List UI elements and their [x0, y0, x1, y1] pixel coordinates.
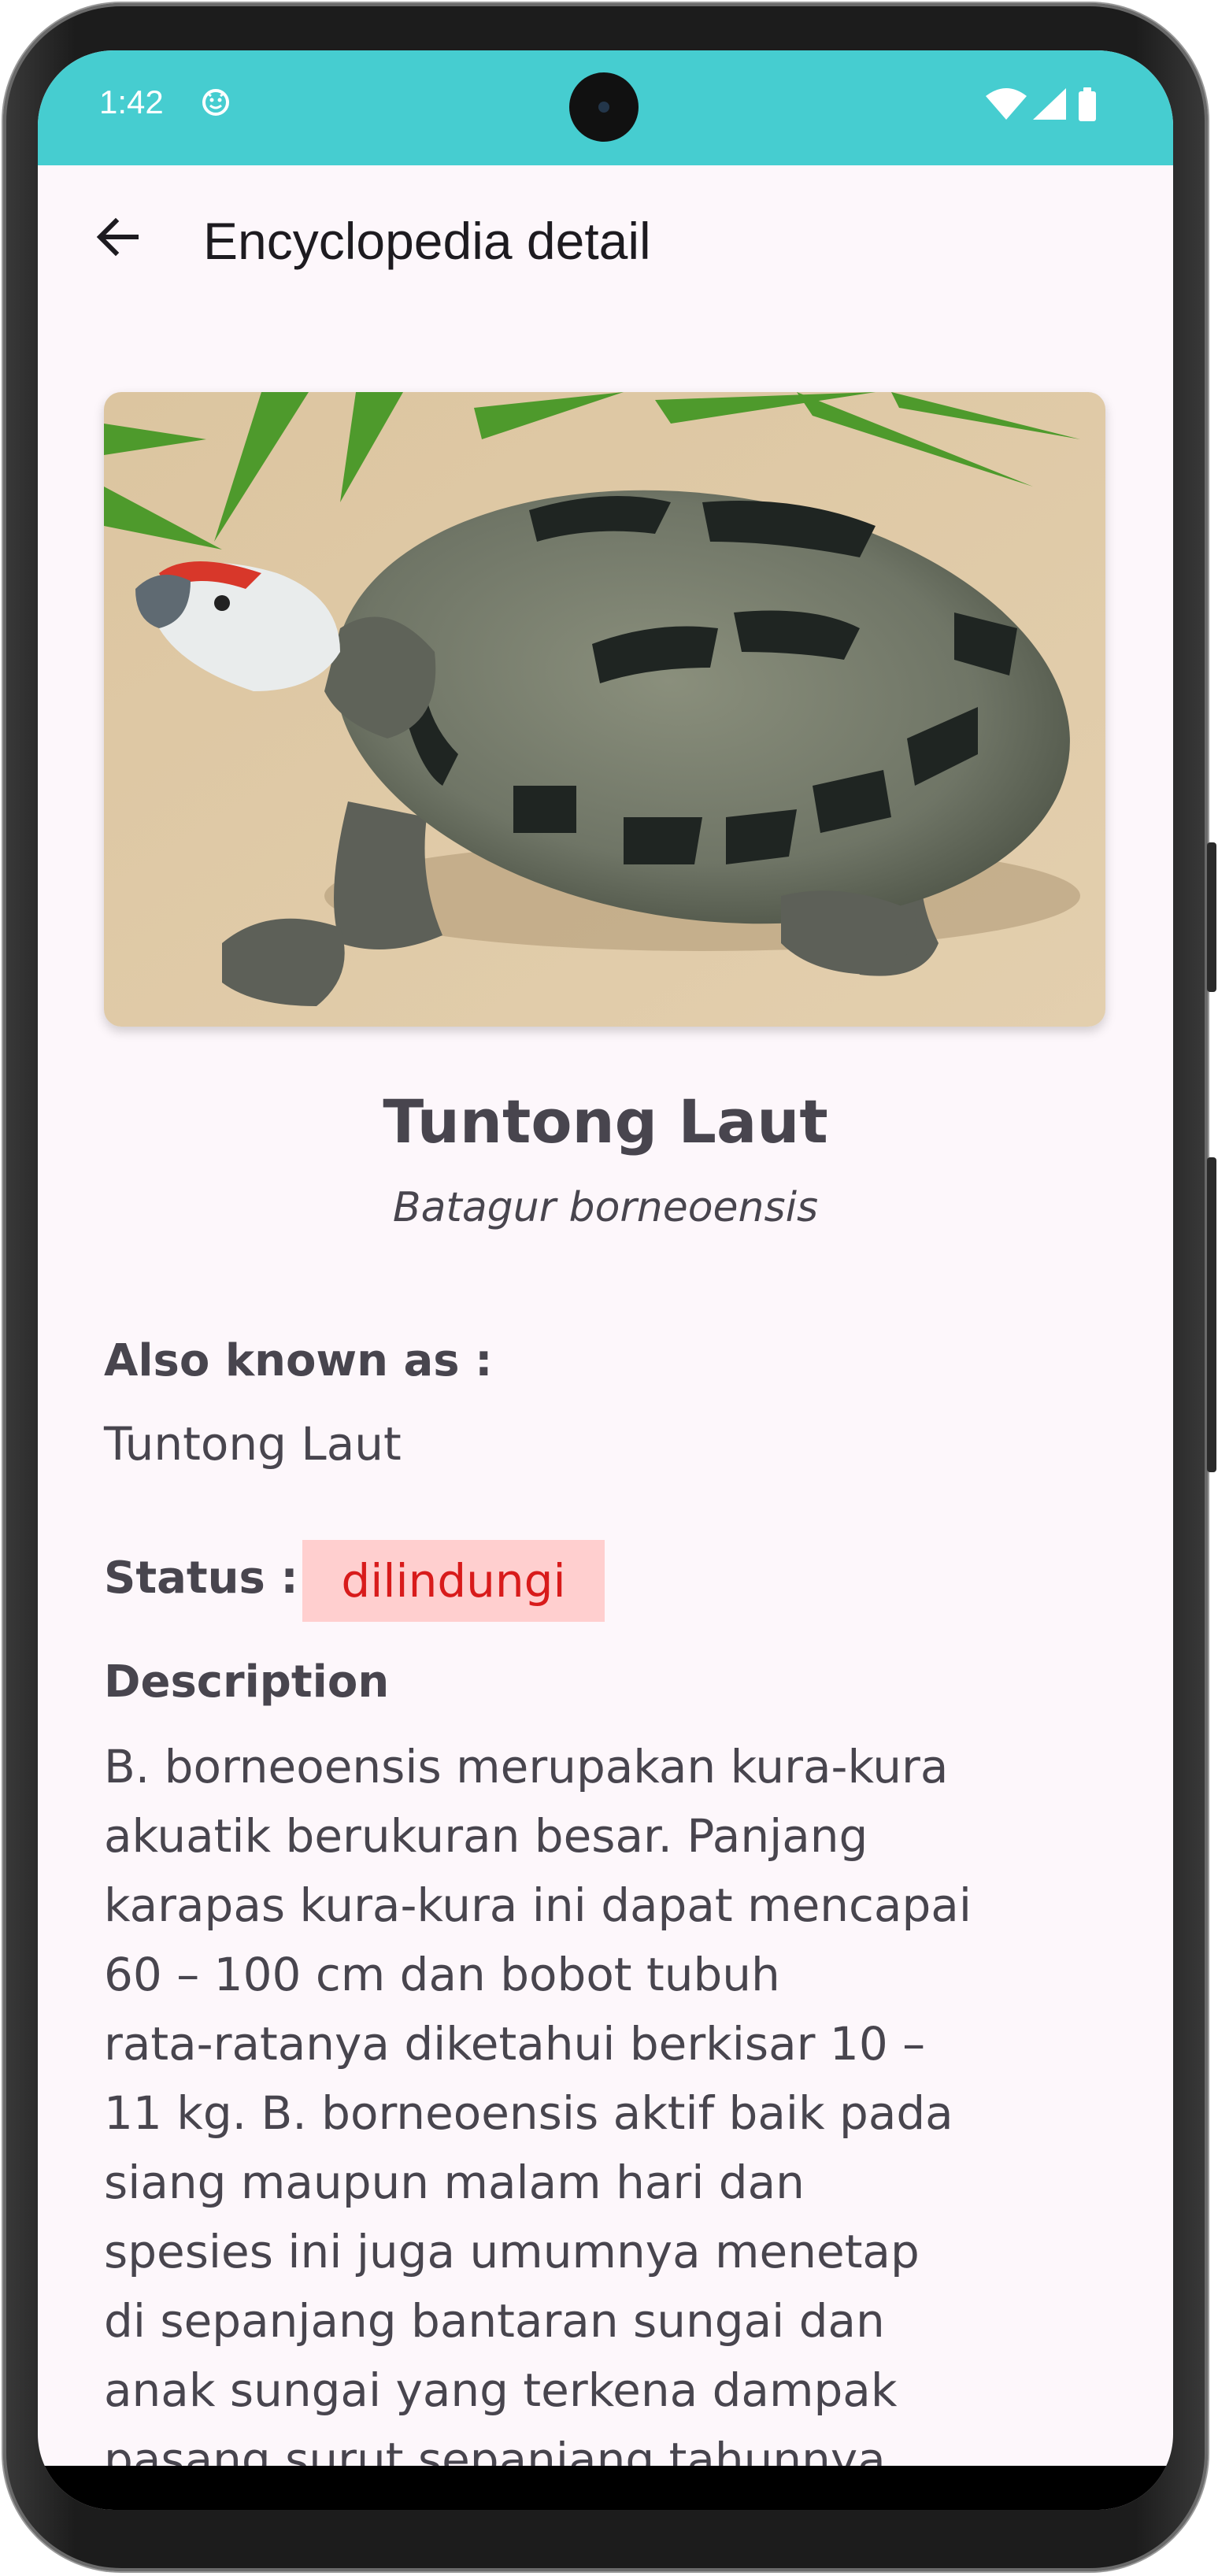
description-line: pasang surut sepanjang tahunnya. — [104, 2433, 901, 2467]
signal-icon — [1033, 88, 1066, 120]
status-badge: dilindungi — [302, 1540, 605, 1622]
description-line: akuatik berukuran besar. Panjang — [104, 1809, 868, 1863]
scientific-name: Batagur borneoensis — [392, 1184, 819, 1231]
description-line: spesies ini juga umumnya menetap — [104, 2225, 920, 2278]
status-bar: 1:42 — [38, 50, 1173, 165]
description-line: rata-ratanya diketahui berkisar 10 – — [104, 2017, 926, 2071]
also-known-as-value: Tuntong Laut — [104, 1417, 402, 1471]
also-known-as-label: Also known as : — [104, 1335, 493, 1386]
app-bar: Encyclopedia detail — [38, 165, 1173, 307]
turtle-image — [104, 392, 1105, 1027]
front-camera — [569, 72, 639, 142]
description-line: B. borneoensis merupakan kura-kura — [104, 1740, 949, 1793]
description-line: 60 – 100 cm dan bobot tubuh — [104, 1948, 780, 2001]
status-label: Status : — [104, 1553, 298, 1604]
volume-button — [1207, 1157, 1216, 1472]
description-line: anak sungai yang terkena dampak — [104, 2363, 898, 2417]
battery-icon — [1079, 91, 1096, 121]
smiley-icon — [202, 89, 229, 116]
description-line: di sepanjang bantaran sungai dan — [104, 2294, 885, 2348]
arrow-left-icon — [96, 217, 139, 257]
description-line: karapas kura-kura ini dapat mencapai — [104, 1878, 972, 1932]
back-button[interactable] — [82, 202, 153, 272]
description-text: B. borneoensis merupakan kura-kura akuat… — [104, 1732, 1127, 2467]
status-icons — [986, 87, 1096, 121]
phone-frame: 1:42 Encyclopedia detail Tuntong Laut Ba… — [0, 0, 1218, 2576]
status-time: 1:42 — [99, 83, 164, 120]
species-name: Tuntong Laut — [383, 1086, 828, 1157]
description-line: siang maupun malam hari dan — [104, 2156, 805, 2209]
species-photo — [104, 392, 1105, 1027]
navigation-bar — [38, 2466, 1173, 2510]
screen: 1:42 Encyclopedia detail Tuntong Laut Ba… — [38, 50, 1173, 2510]
description-line: 11 kg. B. borneoensis aktif baik pada — [104, 2086, 953, 2140]
page-title: Encyclopedia detail — [203, 212, 651, 270]
detail-content[interactable]: Tuntong Laut Batagur borneoensis Also kn… — [38, 307, 1173, 2467]
power-button — [1207, 842, 1216, 992]
wifi-icon — [986, 88, 1027, 120]
description-label: Description — [104, 1656, 390, 1708]
